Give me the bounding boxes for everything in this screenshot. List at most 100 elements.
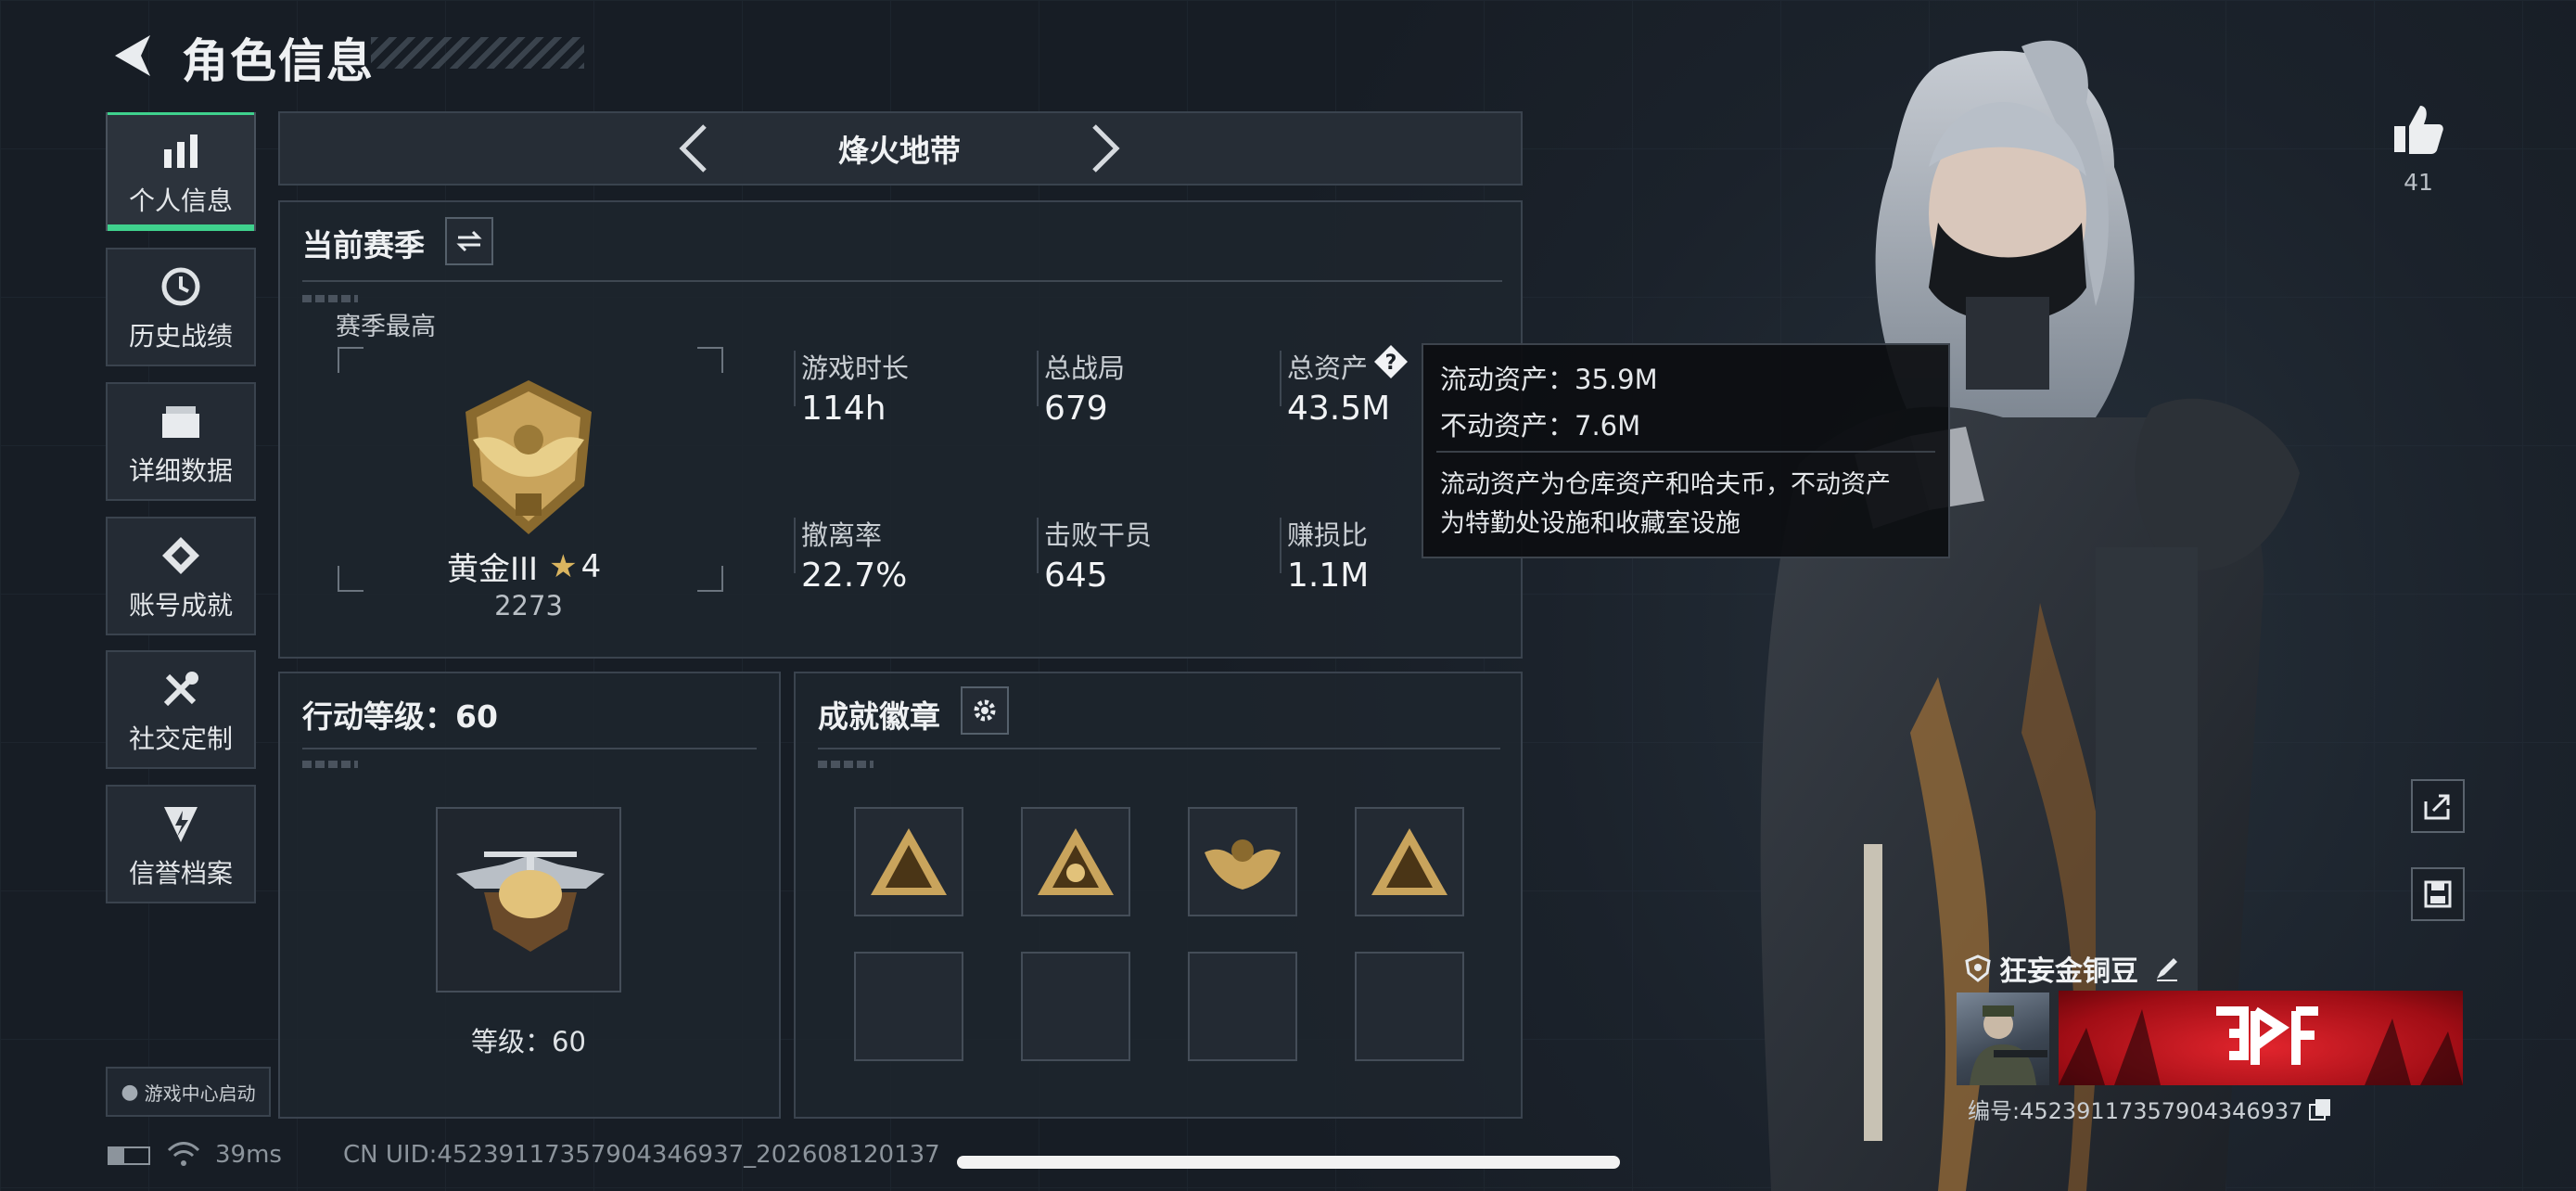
frame-corner <box>338 347 363 373</box>
season-switch-button[interactable] <box>445 217 493 265</box>
season-title: 当前赛季 <box>302 227 425 263</box>
edit-pencil-icon[interactable] <box>2153 954 2181 982</box>
stat-value: 22.7% <box>801 557 908 595</box>
achievement-badge[interactable] <box>1021 807 1130 916</box>
gear-icon <box>974 699 996 722</box>
save-disk-icon <box>2424 880 2452 908</box>
frame-corner <box>697 566 723 592</box>
sidebar-item-label: 详细数据 <box>128 455 233 486</box>
divider-decoration <box>818 761 874 768</box>
player-banner[interactable] <box>2059 991 2463 1085</box>
player-id: 编号:4523911735790434​6937 <box>1968 1098 2303 1124</box>
empty-badge-slot[interactable] <box>854 952 963 1061</box>
like-button[interactable]: 41 <box>2385 102 2452 204</box>
triangle-badge-icon <box>871 828 947 895</box>
stat-label: 撤离率 <box>801 519 883 551</box>
stat-value: 645 <box>1044 557 1108 595</box>
achievement-badge[interactable] <box>854 807 963 916</box>
home-indicator[interactable] <box>957 1156 1620 1169</box>
battery-icon <box>108 1146 150 1165</box>
user-icon: ● <box>121 1080 139 1104</box>
stat-label: 游戏时长 <box>801 352 910 384</box>
tooltip-description-line: 为特勤处设施和收藏室设施 <box>1440 509 1741 538</box>
swap-icon <box>456 230 482 252</box>
sidebar-item-social[interactable]: 社交定制 <box>106 650 256 769</box>
divider-decoration <box>302 761 358 768</box>
shield-badge-icon <box>1965 954 1991 982</box>
rank-points: 2273 <box>494 590 563 621</box>
game-center-button[interactable]: ● 游戏中心启动 <box>106 1067 271 1117</box>
thumbs-up-icon <box>2394 106 2443 154</box>
tools-wrench-icon <box>155 663 207 715</box>
tooltip-description-line: 流动资产为仓库资产和哈夫币，不动资产 <box>1440 470 1891 499</box>
sidebar-item-label: 信誉档案 <box>128 858 233 889</box>
triangle-badge-icon <box>1371 828 1447 895</box>
achievement-medal-icon <box>155 530 207 582</box>
wifi-icon <box>167 1142 200 1166</box>
season-best-label: 赛季最高 <box>336 313 436 341</box>
tooltip-divider <box>1436 451 1935 453</box>
ping-text: 39ms <box>215 1141 282 1169</box>
empty-badge-slot[interactable] <box>1355 952 1464 1061</box>
panel-divider <box>302 748 757 749</box>
stat-divider <box>1037 518 1039 573</box>
player-id-row: 编号:4523911735790434​6937 <box>1968 1093 2332 1125</box>
copy-icon[interactable] <box>2308 1097 2332 1121</box>
eagle-badge-icon <box>1205 839 1281 890</box>
frame-corner <box>338 566 363 592</box>
title-decoration <box>371 37 584 69</box>
stat-label: 总资产 <box>1287 352 1369 384</box>
save-button[interactable] <box>2411 867 2465 921</box>
empty-badge-slot[interactable] <box>1021 952 1130 1061</box>
sidebar-item-personal-info[interactable]: 个人信息 <box>106 112 256 231</box>
achievement-badge[interactable] <box>1188 807 1297 916</box>
like-count: 41 <box>2404 169 2433 196</box>
page-title: 角色信息 <box>182 34 375 88</box>
tooltip-liquid-assets: 流动资产：35.9M <box>1440 364 1658 395</box>
stat-value: 43.5M <box>1287 390 1391 428</box>
stat-value: 114h <box>801 390 886 428</box>
stat-label: 总战局 <box>1044 352 1126 384</box>
share-button[interactable] <box>2411 779 2465 833</box>
action-level-title: 行动等级：60 <box>302 698 498 735</box>
share-icon <box>2424 794 2450 820</box>
chevron-right-icon[interactable] <box>1087 121 1124 176</box>
rank-name-row: 黄金III ★ 4 <box>447 544 601 589</box>
back-arrow-icon[interactable] <box>104 28 159 83</box>
sidebar-item-reputation[interactable]: 信誉档案 <box>106 785 256 903</box>
level-text: 等级：60 <box>471 1026 586 1057</box>
achievement-badge[interactable] <box>1355 807 1464 916</box>
sidebar-item-achievements[interactable]: 账号成就 <box>106 517 256 635</box>
sidebar-item-history[interactable]: 历史战绩 <box>106 248 256 366</box>
stat-divider <box>1280 351 1282 406</box>
player-avatar[interactable] <box>1957 992 2049 1085</box>
sidebar-item-label: 个人信息 <box>128 186 233 216</box>
sidebar-item-label: 账号成就 <box>128 590 233 621</box>
helicopter-emblem-icon <box>456 852 605 952</box>
triangle-badge-icon <box>1038 828 1114 895</box>
bar-chart-icon <box>155 125 207 177</box>
chevron-left-icon[interactable] <box>675 121 712 176</box>
svg-text:?: ? <box>1385 352 1397 375</box>
season-divider <box>302 280 1502 282</box>
stat-value: 679 <box>1044 390 1108 428</box>
stat-divider <box>794 351 796 406</box>
frame-corner <box>697 347 723 373</box>
help-icon[interactable]: ? <box>1372 343 1409 380</box>
rank-stars: 4 <box>580 547 602 585</box>
asset-tooltip: 流动资产：35.9M 不动资产：7.6M 流动资产为仓库资产和哈夫币，不动资产 … <box>1422 343 1950 558</box>
stat-divider <box>1280 518 1282 573</box>
banner-logo-image <box>2059 1006 2463 1085</box>
stat-label: 赚损比 <box>1287 519 1369 551</box>
tooltip-fixed-assets: 不动资产：7.6M <box>1440 410 1641 442</box>
sidebar-item-label: 历史战绩 <box>128 321 233 352</box>
player-name: 狂妄金铜豆 <box>1999 955 2138 988</box>
achievements-settings-button[interactable] <box>961 686 1009 735</box>
stat-divider <box>794 518 796 573</box>
panel-divider <box>818 748 1500 749</box>
star-icon: ★ <box>549 547 578 585</box>
folder-stack-icon <box>155 395 207 447</box>
empty-badge-slot[interactable] <box>1188 952 1297 1061</box>
sidebar-item-detail-data[interactable]: 详细数据 <box>106 382 256 501</box>
achievements-title: 成就徽章 <box>818 698 940 735</box>
